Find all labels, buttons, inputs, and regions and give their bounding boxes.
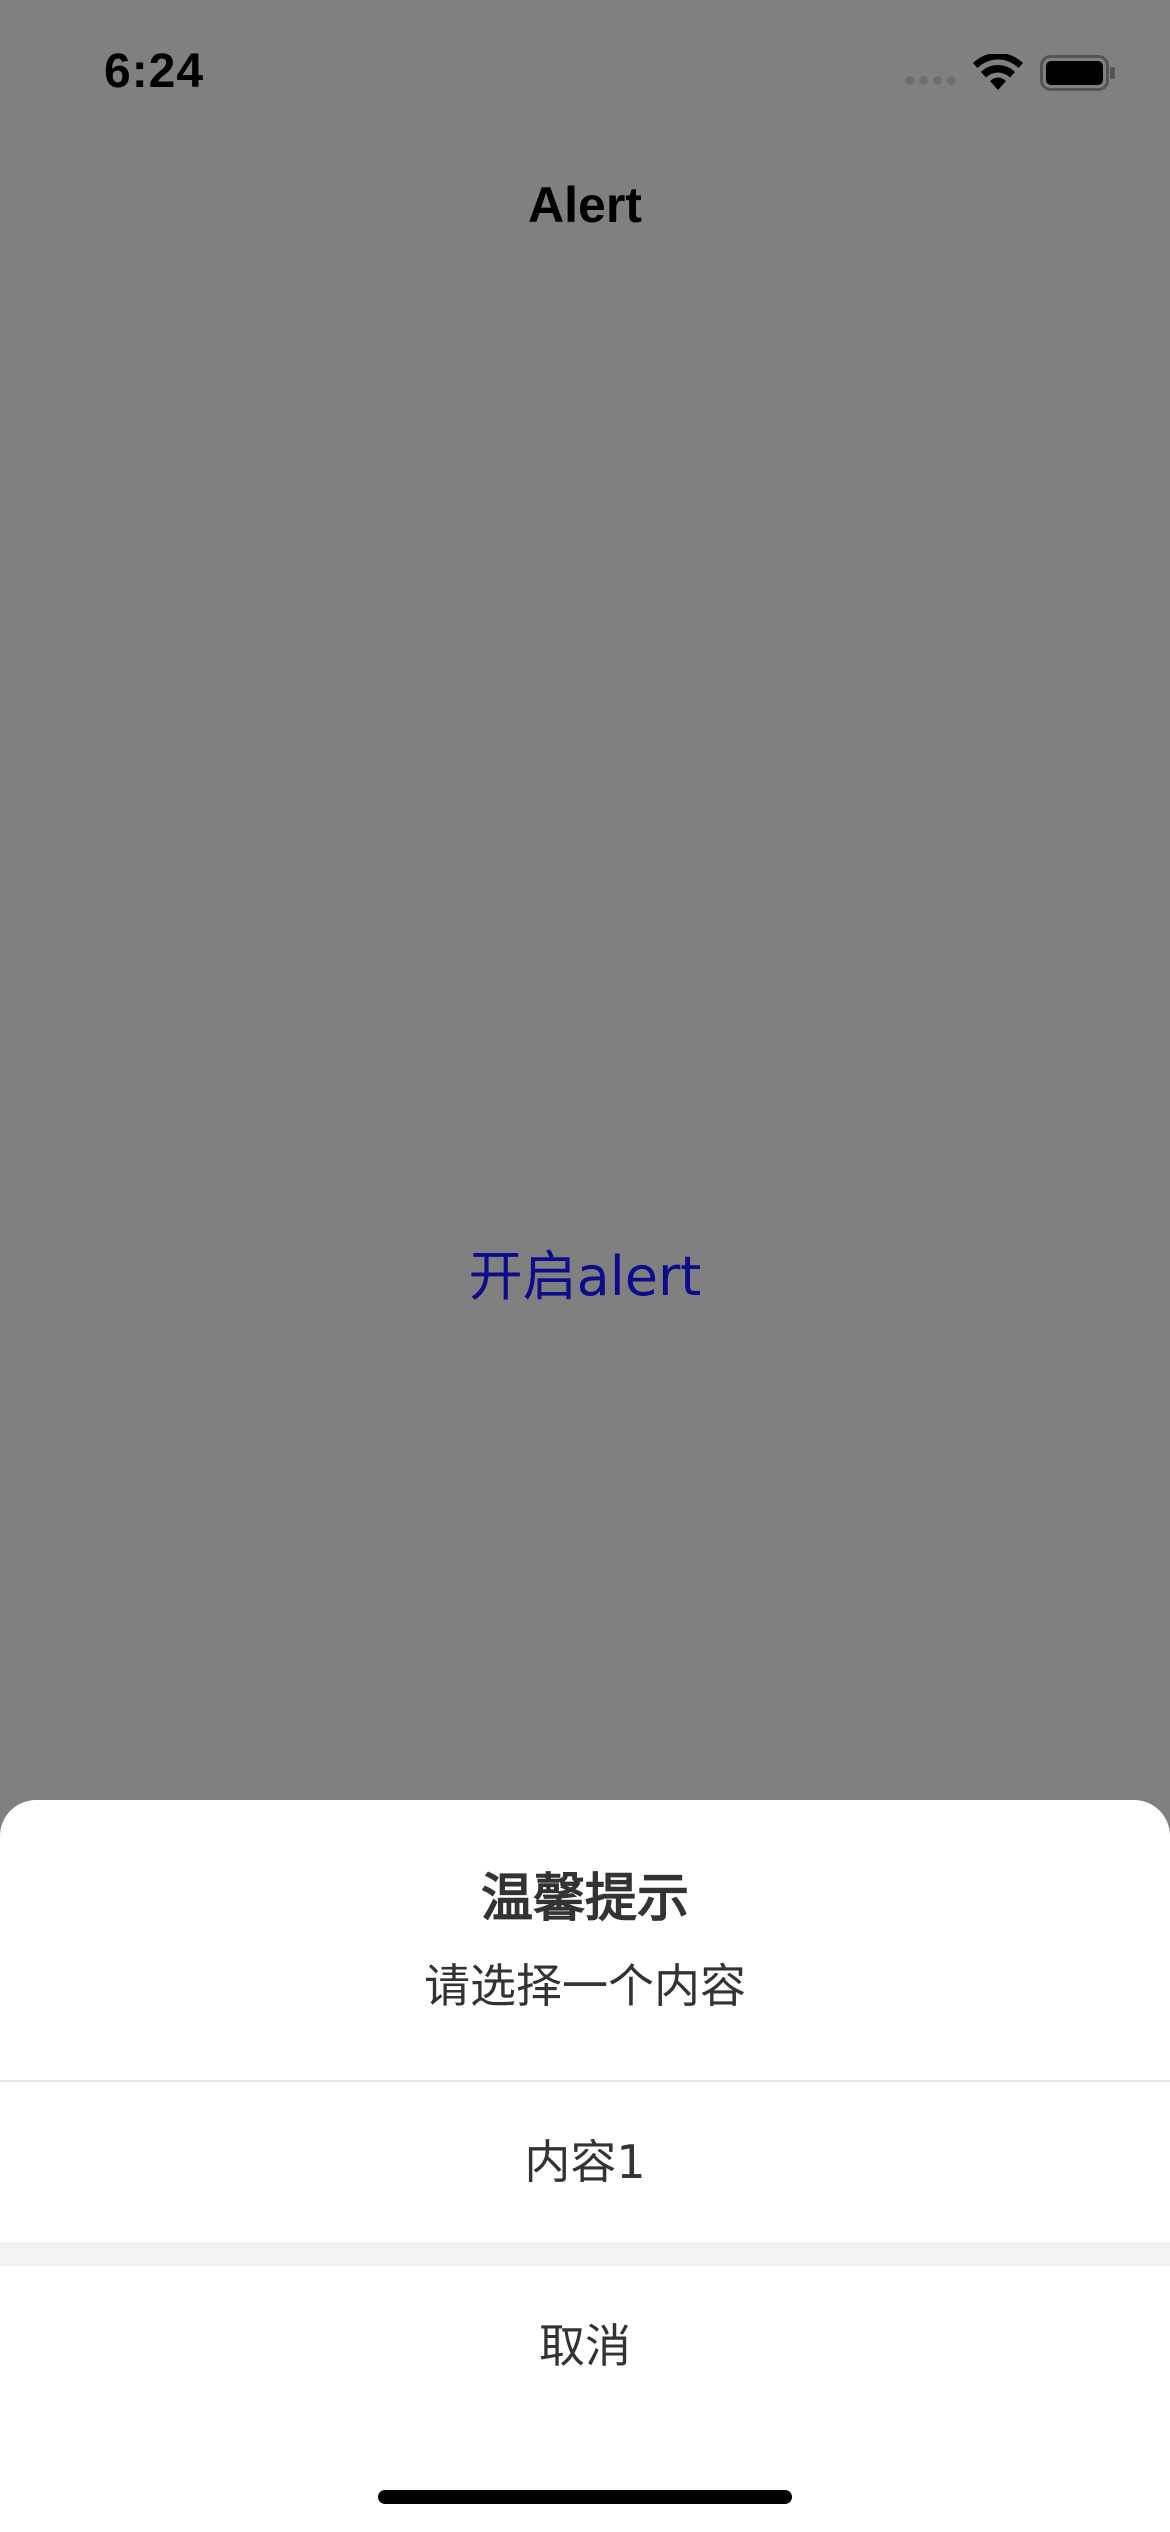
status-icons — [905, 54, 1116, 92]
status-time: 6:24 — [104, 45, 205, 98]
action-sheet-header: 温馨提示 请选择一个内容 — [0, 1800, 1170, 2082]
action-sheet-option[interactable]: 内容1 — [0, 2082, 1170, 2242]
action-sheet-message: 请选择一个内容 — [424, 1959, 746, 2013]
page-title: Alert — [528, 177, 642, 233]
wifi-icon — [973, 54, 1023, 90]
divider — [0, 2242, 1170, 2266]
battery-icon — [1040, 55, 1115, 91]
open-alert-button[interactable]: 开启alert — [0, 1232, 1170, 1311]
cancel-button[interactable]: 取消 — [0, 2266, 1170, 2426]
home-indicator[interactable] — [378, 2490, 792, 2504]
cellular-signal-icon — [905, 75, 956, 85]
action-sheet: 温馨提示 请选择一个内容 内容1 取消 — [0, 1800, 1170, 2532]
action-sheet-title: 温馨提示 — [480, 1869, 689, 1929]
screen: 6:24 Alert 开启alert 温馨提示 请选择一个内容 内容1 取消 — [0, 0, 1170, 2532]
